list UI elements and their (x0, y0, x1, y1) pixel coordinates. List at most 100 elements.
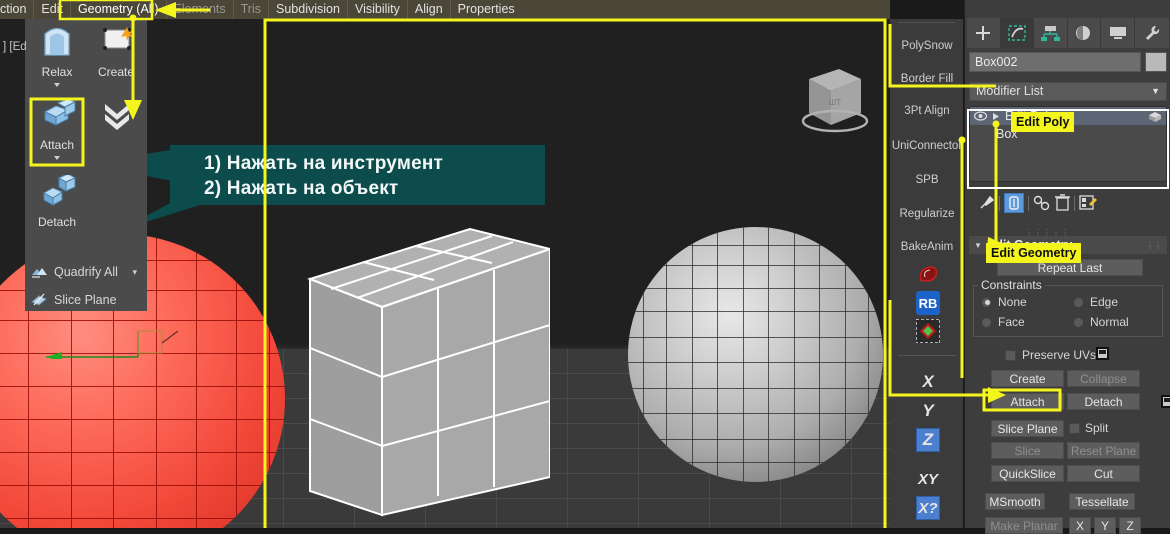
split-checkbox[interactable] (1069, 423, 1080, 434)
command-panel-tabs[interactable] (967, 18, 1169, 48)
attach-button[interactable]: Attach (991, 393, 1064, 410)
menu-item-geometry-all[interactable]: Geometry (All) (71, 0, 167, 19)
split-label: Split (1085, 421, 1108, 435)
utilities-tab[interactable] (1135, 18, 1169, 48)
command-panel[interactable]: Box002 Modifier List ▼ Edit Poly Box ⋮⋮⋮… (964, 0, 1170, 528)
rollout-drag-grip[interactable]: ⋮⋮ (1146, 241, 1162, 250)
preserve-uvs-settings-icon[interactable] (1096, 347, 1109, 360)
menu-item-tris[interactable]: Tris (234, 0, 269, 19)
slice-button[interactable]: Slice (991, 442, 1064, 459)
constraints-group (973, 285, 1163, 337)
constraint-option-none[interactable]: None (981, 295, 1027, 309)
tessellate-button[interactable]: Tessellate (1069, 493, 1135, 510)
cut-button[interactable]: Cut (1067, 465, 1140, 482)
red-swirl-icon[interactable] (916, 263, 940, 287)
modifier-list-dropdown[interactable]: Modifier List ▼ (969, 82, 1167, 101)
constraint-option-normal[interactable]: Normal (1073, 315, 1129, 329)
script-button-border-fill[interactable]: Border Fill (890, 70, 964, 89)
script-button-uniconnector[interactable]: UniConnector (890, 137, 964, 156)
detach-settings-icon[interactable] (1161, 395, 1170, 408)
object-name-field[interactable]: Box002 (969, 52, 1141, 72)
expand-arrow-icon[interactable] (992, 112, 1000, 121)
relax-caret-icon[interactable] (54, 83, 60, 87)
menu-item-subdivision[interactable]: Subdivision (269, 0, 348, 19)
modifier-list-label: Modifier List (976, 83, 1043, 100)
planar-z-button[interactable]: Z (1119, 517, 1141, 534)
msmooth-button[interactable]: MSmooth (985, 493, 1045, 510)
create-button[interactable]: Create (88, 21, 144, 87)
attach-button[interactable]: Attach (29, 94, 85, 160)
menu-item-visibility[interactable]: Visibility (348, 0, 408, 19)
script-button-polysnow[interactable]: PolySnow (890, 37, 964, 56)
axis-button-y[interactable]: Y (916, 399, 940, 423)
menu-item-align[interactable]: Align (408, 0, 451, 19)
menu-bar[interactable]: ction Edit Geometry (All) Elements Tris … (0, 0, 890, 19)
script-button-regularize[interactable]: Regularize (890, 205, 964, 224)
rb-icon[interactable]: RB (916, 291, 940, 315)
hierarchy-icon (1040, 24, 1060, 42)
axis-button-z[interactable]: Z (916, 428, 940, 452)
script-button-3pt-align[interactable]: 3Pt Align (890, 102, 964, 121)
detach-button[interactable]: Detach (1067, 393, 1140, 410)
instruction-callout: 1) Нажать на инструмент 2) Нажать на объ… (170, 145, 545, 205)
slice-plane-button[interactable]: Slice Plane (991, 420, 1064, 437)
script-button-spb[interactable]: SPB (890, 171, 964, 190)
planar-x-button[interactable]: X (1069, 517, 1091, 534)
geometry-all-popup-panel[interactable]: Relax Create Attach (25, 19, 147, 311)
preserve-uvs-option[interactable]: Preserve UVs (1005, 348, 1096, 362)
red-diamond-icon[interactable] (916, 319, 940, 343)
hierarchy-tab[interactable] (1034, 18, 1068, 48)
axis-button-x[interactable]: X (916, 370, 940, 394)
quadrify-caret-icon[interactable]: ▾ (132, 267, 137, 278)
show-end-result-icon[interactable] (1004, 193, 1024, 213)
grey-cube-object[interactable] (300, 219, 550, 519)
menu-item-properties[interactable]: Properties (451, 0, 522, 19)
constraint-option-face[interactable]: Face (981, 315, 1025, 329)
menu-item-edit[interactable]: Edit (34, 0, 71, 19)
create-tab[interactable] (967, 18, 1001, 48)
chevron-double-down-icon (101, 98, 133, 130)
detach-button[interactable]: Detach (29, 171, 85, 237)
axis-button-x-query[interactable]: X? (916, 496, 940, 520)
make-planar-button[interactable]: Make Planar (985, 517, 1063, 534)
attach-caret-icon[interactable] (54, 156, 60, 160)
slice-plane-row[interactable]: Slice Plane (31, 287, 143, 313)
quickslice-button[interactable]: QuickSlice (991, 465, 1064, 482)
object-color-swatch[interactable] (1145, 52, 1167, 72)
slice-plane-label: Slice Plane (54, 293, 117, 307)
view-cube[interactable]: ШТ (795, 59, 870, 139)
relax-button[interactable]: Relax (29, 21, 85, 87)
configure-sets-icon[interactable] (1079, 194, 1097, 212)
rollout-collapse-icon[interactable]: ▼ (974, 241, 982, 250)
radio-edge-icon[interactable] (1073, 297, 1084, 308)
create-button[interactable]: Create (991, 370, 1064, 387)
radio-none-icon[interactable] (981, 297, 992, 308)
display-tab[interactable] (1101, 18, 1135, 48)
modifier-stack-toolbar[interactable] (969, 190, 1167, 216)
create-label: Create (88, 65, 144, 79)
modify-tab[interactable] (1001, 18, 1035, 48)
script-button-bakeanim[interactable]: BakeAnim (890, 238, 964, 257)
make-unique-icon[interactable] (1033, 194, 1051, 212)
preserve-uvs-checkbox[interactable] (1005, 350, 1016, 361)
collapse-button[interactable]: Collapse (1067, 370, 1140, 387)
script-buttons-column[interactable]: PolySnow Border Fill 3Pt Align UniConnec… (890, 19, 964, 528)
move-gizmo[interactable] (28, 319, 178, 359)
quadrify-all-row[interactable]: Quadrify All ▾ (31, 259, 143, 285)
reset-plane-button[interactable]: Reset Plane (1067, 442, 1140, 459)
radio-normal-icon[interactable] (1073, 317, 1084, 328)
object-name-row[interactable]: Box002 (969, 52, 1167, 72)
more-tools-button[interactable] (88, 94, 144, 160)
pin-stack-icon[interactable] (977, 194, 995, 212)
constraint-option-edge[interactable]: Edge (1073, 295, 1118, 309)
axis-button-xy[interactable]: XY (916, 467, 940, 491)
menu-item-selection[interactable]: ction (0, 0, 34, 19)
grey-sphere-object[interactable] (628, 227, 883, 482)
menu-item-elements[interactable]: Elements (167, 0, 234, 19)
eye-icon[interactable] (974, 111, 987, 121)
remove-modifier-icon[interactable] (1055, 194, 1070, 212)
motion-tab[interactable] (1068, 18, 1102, 48)
planar-y-button[interactable]: Y (1094, 517, 1116, 534)
split-option[interactable]: Split (1069, 421, 1108, 435)
radio-face-icon[interactable] (981, 317, 992, 328)
